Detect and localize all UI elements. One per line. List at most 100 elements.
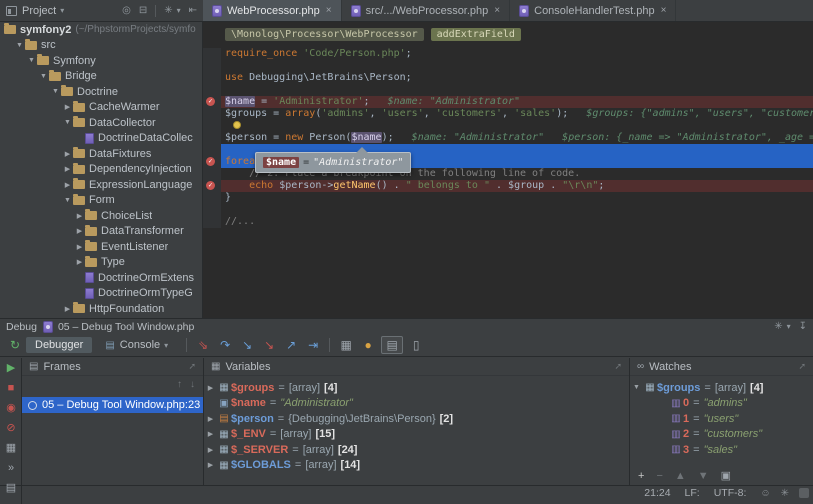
chevron-down-icon[interactable]: ▼: [62, 119, 73, 126]
gutter[interactable]: ✓: [203, 156, 221, 168]
chevron-right-icon[interactable]: ▶: [62, 150, 73, 158]
variable-row[interactable]: ▶ $person={Debugging\JetBrains\Person}[2]: [204, 411, 629, 427]
chevron-right-icon[interactable]: ▶: [74, 243, 85, 251]
code-line[interactable]: [203, 204, 813, 216]
stop-icon[interactable]: ■: [0, 378, 22, 398]
watch-child-row[interactable]: 3="sales": [630, 442, 813, 458]
add-watch-icon[interactable]: +: [638, 470, 644, 482]
background-task-icon[interactable]: ✳: [781, 488, 789, 499]
chevron-right-icon[interactable]: ▶: [62, 305, 73, 313]
editor-tab[interactable]: WebProcessor.php ×: [203, 0, 342, 21]
code-line[interactable]: [203, 60, 813, 72]
watch-child-row[interactable]: 0="admins": [630, 396, 813, 412]
tab-console[interactable]: ▤ Console ▾: [96, 337, 177, 353]
breakpoint-icon[interactable]: ✓: [206, 157, 215, 166]
selected-frame-row[interactable]: 05 – Debug Tool Window.php:23: [22, 397, 203, 413]
hide-icon[interactable]: ↧: [799, 321, 807, 332]
tab-debugger[interactable]: Debugger: [26, 337, 93, 353]
tree-item-datatransformer[interactable]: ▶ DataTransformer: [0, 224, 202, 240]
chevron-down-icon[interactable]: ▾: [60, 6, 64, 15]
chevron-down-icon[interactable]: ▼: [630, 384, 643, 391]
gutter[interactable]: [203, 216, 221, 228]
tree-item-symfony[interactable]: ▼ Symfony: [0, 53, 202, 69]
tree-item-form[interactable]: ▼ Form: [0, 193, 202, 209]
gutter[interactable]: [203, 144, 221, 156]
tree-item-bridge[interactable]: ▼ Bridge: [0, 69, 202, 85]
scroll-from-source-icon[interactable]: ◎: [122, 5, 131, 16]
watch-child-row[interactable]: 2="customers": [630, 427, 813, 443]
frame-down-icon[interactable]: ↓: [190, 379, 195, 390]
chevron-down-icon[interactable]: ▼: [38, 73, 49, 80]
project-panel-title[interactable]: Project: [22, 5, 56, 17]
chevron-right-icon[interactable]: ▶: [62, 181, 73, 189]
tree-item-datafixtures[interactable]: ▶ DataFixtures: [0, 146, 202, 162]
tree-root-symfony2[interactable]: symfony2 (~/PhpstormProjects/symfo: [0, 22, 202, 38]
code-line[interactable]: [203, 120, 813, 132]
evaluate-expression-icon[interactable]: ▦: [335, 338, 357, 352]
chevron-down-icon[interactable]: ▼: [26, 57, 37, 64]
popout-icon[interactable]: ➚: [798, 361, 806, 372]
tree-item-doctrineormextens[interactable]: DoctrineOrmExtens: [0, 270, 202, 286]
code-line[interactable]: [203, 84, 813, 96]
show-execution-point-icon[interactable]: ⇘: [192, 338, 214, 352]
hector-icon[interactable]: ☺: [760, 488, 770, 499]
tree-item-httpfoundation[interactable]: ▶ HttpFoundation: [0, 301, 202, 317]
gutter[interactable]: [203, 48, 221, 60]
popout-icon[interactable]: ➚: [188, 361, 196, 372]
settings-icon[interactable]: ✳: [774, 321, 782, 332]
encoding-indicator[interactable]: UTF-8:: [714, 487, 747, 499]
restore-layout-icon[interactable]: ▦: [0, 438, 22, 458]
chevron-right-icon[interactable]: ▶: [74, 212, 85, 220]
gutter[interactable]: [203, 120, 221, 132]
settings-icon[interactable]: ✳: [164, 5, 172, 16]
gutter[interactable]: ✓: [203, 96, 221, 108]
chevron-down-icon[interactable]: ▼: [50, 88, 61, 95]
variable-row[interactable]: ▶ $GLOBALS=[array][14]: [204, 458, 629, 474]
tree-item-src[interactable]: ▼ src: [0, 38, 202, 54]
code-line[interactable]: //...: [203, 216, 813, 228]
variable-row[interactable]: ▶ $_SERVER=[array][24]: [204, 442, 629, 458]
resize-grip[interactable]: [799, 488, 809, 498]
tree-item-doctrineormtypeg[interactable]: DoctrineOrmTypeG: [0, 286, 202, 302]
mute-breakpoints-icon[interactable]: ⊘: [0, 418, 22, 438]
tree-item-datacollector[interactable]: ▼ DataCollector: [0, 115, 202, 131]
hide-panel-icon[interactable]: ⇤: [189, 5, 197, 16]
chevron-right-icon[interactable]: ▶: [62, 165, 73, 173]
view-breakpoints-icon[interactable]: ◉: [0, 398, 22, 418]
popout-icon[interactable]: ➚: [614, 361, 622, 372]
chevron-right-icon[interactable]: ▶: [204, 415, 217, 423]
rerun-icon[interactable]: ↻: [4, 338, 26, 352]
chevron-right-icon[interactable]: ▶: [204, 446, 217, 454]
collapse-all-icon[interactable]: ⊟: [139, 5, 147, 16]
code-line[interactable]: }: [203, 192, 813, 204]
tree-item-dependencyinjection[interactable]: ▶ DependencyInjection: [0, 162, 202, 178]
frame-up-icon[interactable]: ↑: [177, 379, 182, 390]
variable-row[interactable]: $name="Administrator": [204, 396, 629, 412]
tree-item-doctrinedatacollec[interactable]: DoctrineDataCollec: [0, 131, 202, 147]
code-line[interactable]: ✓ echo $person->getName() . " belongs to…: [203, 180, 813, 192]
watch-row[interactable]: ▼ $groups=[array][4]: [630, 380, 813, 396]
tree-item-expressionlanguage[interactable]: ▶ ExpressionLanguage: [0, 177, 202, 193]
tree-item-eventlistener[interactable]: ▶ EventListener: [0, 239, 202, 255]
close-icon[interactable]: ×: [494, 5, 500, 16]
gutter[interactable]: [203, 72, 221, 84]
breadcrumb-chip[interactable]: addExtraField: [430, 27, 521, 41]
breakpoint-icon[interactable]: ✓: [206, 97, 215, 106]
editor-tab[interactable]: ConsoleHandlerTest.php ×: [510, 0, 677, 21]
editor[interactable]: \Monolog\Processor\WebProcessor addExtraF…: [203, 22, 813, 318]
mute-breakpoints-icon[interactable]: ●: [357, 338, 379, 352]
chevron-right-icon[interactable]: ▶: [74, 227, 85, 235]
step-out-icon[interactable]: ↗: [280, 338, 302, 352]
breakpoint-icon[interactable]: ✓: [206, 181, 215, 190]
intention-bulb-icon[interactable]: [233, 121, 241, 129]
gutter[interactable]: [203, 60, 221, 72]
resume-icon[interactable]: ▶: [0, 358, 22, 378]
watch-child-row[interactable]: 1="users": [630, 411, 813, 427]
editor-tab[interactable]: src/.../WebProcessor.php ×: [342, 0, 511, 21]
move-down-icon[interactable]: ▼: [698, 470, 709, 482]
step-over-icon[interactable]: ↷: [214, 338, 236, 352]
chevron-right-icon[interactable]: ▶: [204, 384, 217, 392]
chevron-down-icon[interactable]: ▾: [164, 341, 168, 350]
duplicate-icon[interactable]: ▣: [721, 469, 731, 482]
breadcrumb-chip[interactable]: \Monolog\Processor\WebProcessor: [225, 27, 424, 41]
